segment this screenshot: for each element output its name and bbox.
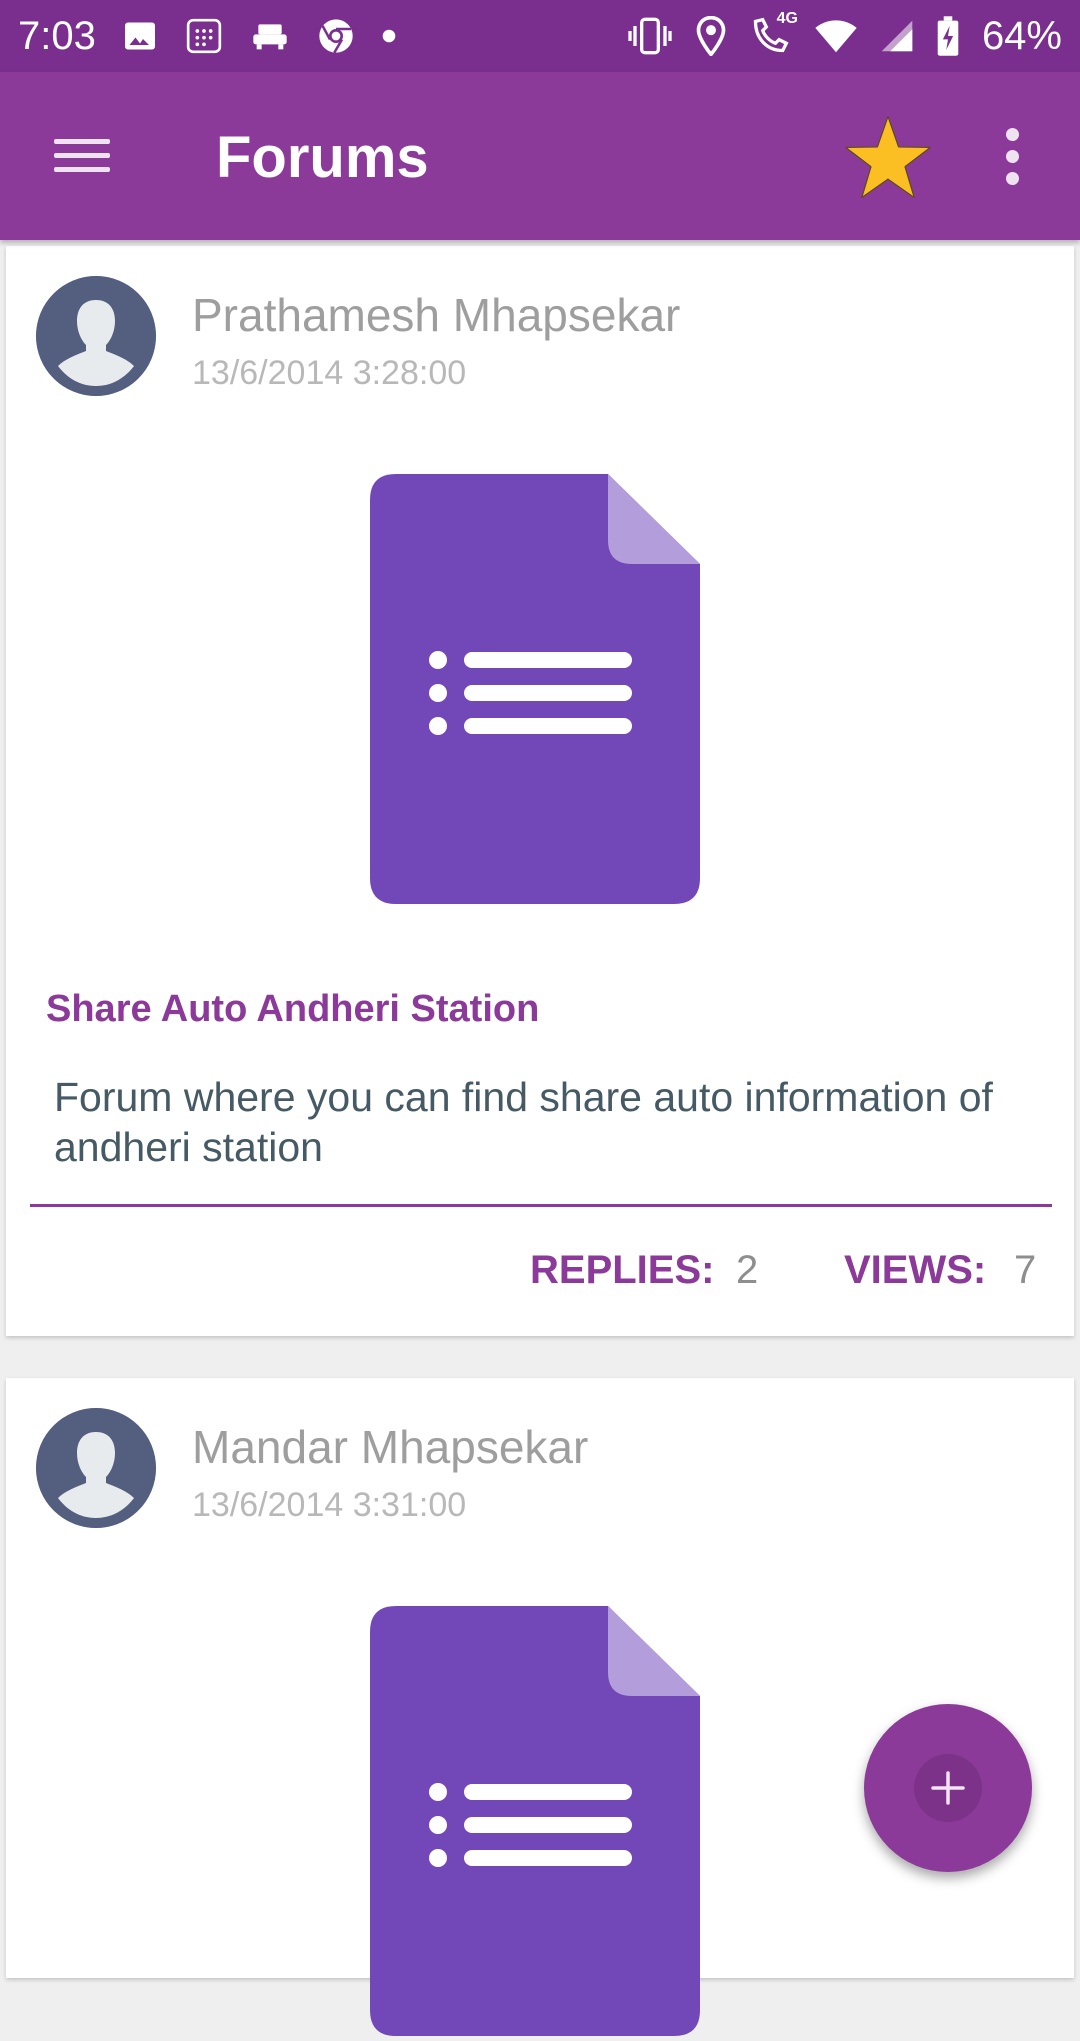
more-vert-icon[interactable] xyxy=(994,126,1034,186)
image-icon xyxy=(122,18,158,54)
forum-description: Forum where you can find share auto info… xyxy=(54,1074,993,1170)
post-date: 13/6/2014 3:31:00 xyxy=(192,1486,467,1524)
status-bar-left: 7:03 xyxy=(18,14,396,59)
status-time: 7:03 xyxy=(18,13,96,58)
avatar[interactable] xyxy=(36,276,156,396)
status-bar-right: 4G 64% xyxy=(626,10,1062,59)
car-icon xyxy=(250,20,290,52)
battery-icon xyxy=(936,15,960,57)
replies-label: REPLIES: xyxy=(530,1248,715,1292)
star-icon[interactable] xyxy=(842,114,934,202)
hamburger-menu-icon[interactable] xyxy=(52,132,116,180)
status-bar: 7:03 4G 64% xyxy=(0,0,1080,72)
views-label: VIEWS: xyxy=(844,1248,987,1292)
forum-title: Share Auto Andheri Station xyxy=(46,988,540,1030)
vibrate-icon xyxy=(626,16,674,56)
post-stats: REPLIES: 2 VIEWS: 7 xyxy=(6,1248,1074,1308)
signal-icon xyxy=(880,19,914,53)
document-icon xyxy=(370,1606,700,2036)
network-badge: 4G xyxy=(776,10,798,27)
plus-icon xyxy=(931,1771,965,1805)
replies-count: 2 xyxy=(736,1248,759,1292)
wifi-call-icon: 4G xyxy=(748,10,798,56)
app-bar: Forums xyxy=(0,72,1080,240)
add-forum-button[interactable] xyxy=(864,1704,1032,1872)
dot-icon xyxy=(382,29,396,43)
chrome-icon xyxy=(316,16,356,56)
calculator-icon xyxy=(184,16,224,56)
location-icon xyxy=(696,16,726,56)
document-icon xyxy=(370,474,700,904)
wifi-icon xyxy=(814,18,858,54)
card-divider xyxy=(30,1204,1052,1207)
views-count: 7 xyxy=(1014,1248,1037,1292)
avatar[interactable] xyxy=(36,1408,156,1528)
page-title: Forums xyxy=(216,125,429,190)
author-name: Mandar Mhapsekar xyxy=(192,1421,589,1473)
battery-percent: 64% xyxy=(981,13,1062,58)
author-name: Prathamesh Mhapsekar xyxy=(192,289,681,341)
post-date: 13/6/2014 3:28:00 xyxy=(192,354,467,392)
forum-post-card[interactable]: Mandar Mhapsekar 13/6/2014 3:31:00 xyxy=(6,1378,1074,2036)
forum-post-card[interactable]: Prathamesh Mhapsekar 13/6/2014 3:28:00 S… xyxy=(6,246,1074,1336)
